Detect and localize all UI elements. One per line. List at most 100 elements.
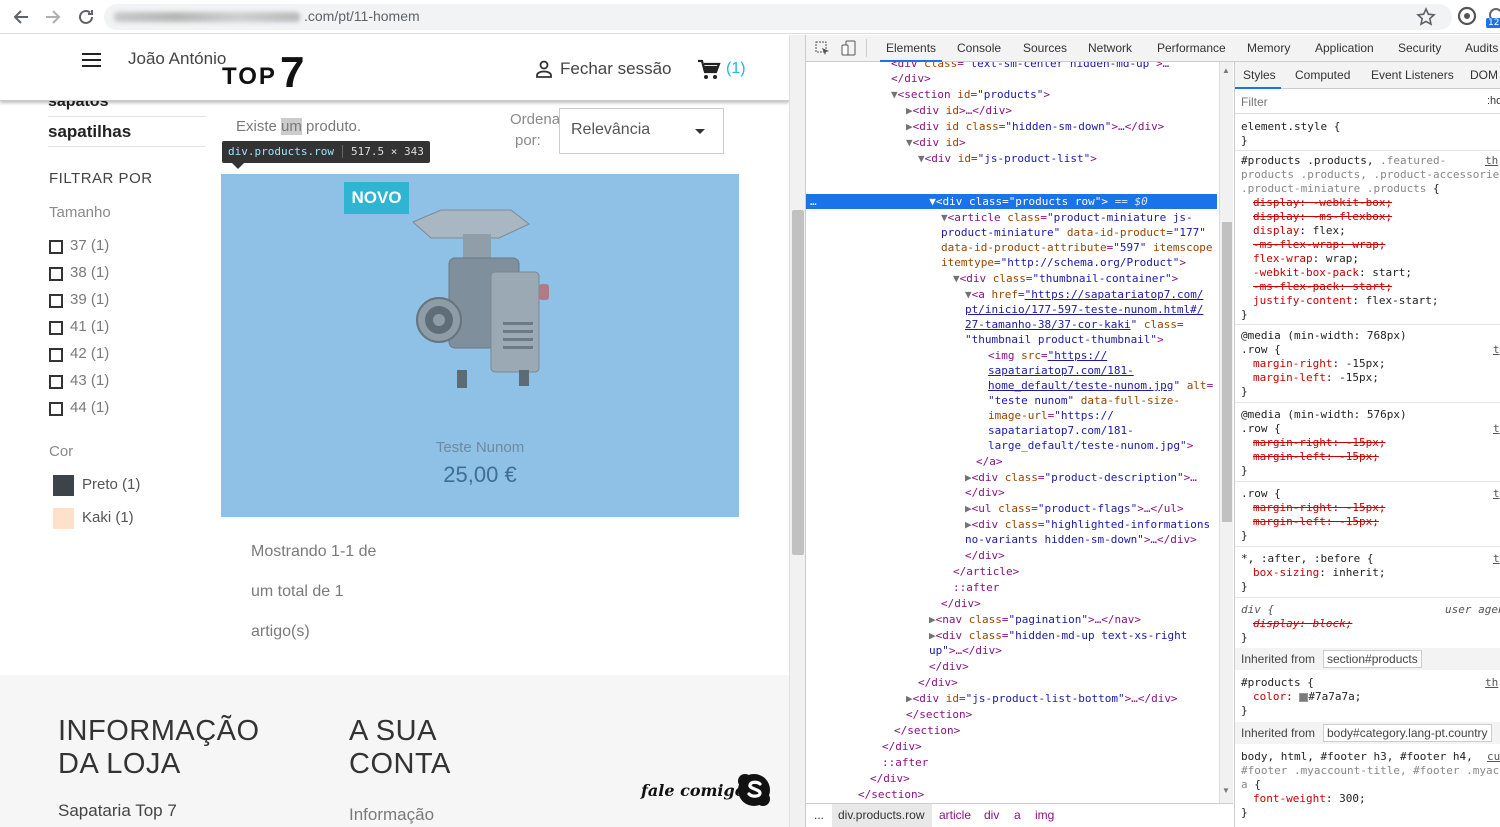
dom-line[interactable]: ▼<section id="products"> xyxy=(891,87,1050,102)
css-rule-line[interactable]: #products .products, .featured- xyxy=(1241,154,1446,168)
breadcrumb-more[interactable]: ... xyxy=(814,808,824,822)
css-prop-line[interactable]: flex-wrap: wrap; xyxy=(1253,252,1359,266)
size-checkbox-43[interactable] xyxy=(49,375,63,389)
page-scrollbar-thumb[interactable] xyxy=(792,210,804,555)
chat-label[interactable]: fale comigo xyxy=(641,781,745,800)
css-prop-line[interactable]: margin-left: -15px; xyxy=(1253,450,1379,464)
css-rule-line[interactable]: body, html, #footer h3, #footer h4, xyxy=(1241,750,1473,764)
dom-line[interactable]: </div> xyxy=(918,675,958,690)
css-source-link[interactable]: th xyxy=(1485,154,1498,168)
dom-line[interactable]: sapatariatop7.com/181- xyxy=(988,363,1134,378)
css-rule-line[interactable]: } xyxy=(1241,134,1248,148)
color-swatch-kaki[interactable] xyxy=(53,508,74,529)
css-rule-line[interactable]: } xyxy=(1241,385,1248,399)
css-rule-line[interactable]: } xyxy=(1241,529,1248,543)
css-prop-line[interactable]: display: flex; xyxy=(1253,224,1346,238)
css-prop-line[interactable]: display: -ms-flexbox; xyxy=(1253,210,1392,224)
css-rule-line[interactable]: @media (min-width: 576px) xyxy=(1241,408,1407,422)
hamburger-menu-icon[interactable] xyxy=(82,53,101,67)
dom-line[interactable]: ▶<div class="product-description">… xyxy=(965,470,1197,485)
dom-line[interactable]: pt/inicio/177-597-teste-nunom.html#/ xyxy=(965,302,1203,317)
size-label[interactable]: 42 (1) xyxy=(70,345,109,362)
footer-account-link[interactable]: Informação xyxy=(349,805,434,825)
css-prop-line[interactable]: -ms-flex-wrap: wrap; xyxy=(1253,238,1385,252)
device-toolbar-icon[interactable] xyxy=(841,40,856,61)
css-rule-line[interactable]: .product-miniature .products { xyxy=(1241,182,1440,196)
css-prop-line[interactable]: -ms-flex-pack: start; xyxy=(1253,280,1392,294)
dom-line[interactable]: 27-tamanho-38/37-cor-kaki" class= xyxy=(965,317,1184,332)
dom-line[interactable]: <img src="https:// xyxy=(988,348,1107,363)
css-source-link[interactable]: t xyxy=(1493,552,1500,566)
tab-memory[interactable]: Memory xyxy=(1247,41,1290,55)
logout-link[interactable]: Fechar sessão xyxy=(560,59,672,79)
dom-line[interactable]: </section> xyxy=(894,723,960,738)
dom-line[interactable]: </section> xyxy=(906,707,972,722)
css-rule-line[interactable]: } xyxy=(1241,806,1248,820)
color-label-kaki[interactable]: Kaki (1) xyxy=(82,509,134,526)
dom-line[interactable]: ::after xyxy=(953,580,999,595)
dom-line[interactable]: home_default/teste-nunom.jpg" alt= xyxy=(988,378,1213,393)
dom-line[interactable]: </div> xyxy=(882,739,922,754)
dom-line[interactable]: </a> xyxy=(976,454,1003,469)
size-checkbox-38[interactable] xyxy=(49,267,63,281)
breadcrumb-item[interactable]: article xyxy=(939,808,971,822)
cart-icon[interactable] xyxy=(697,59,721,86)
css-prop-line[interactable]: margin-left: -15px; xyxy=(1253,371,1379,385)
dom-line[interactable]: ▶<div id="js-product-list-bottom">…</div… xyxy=(906,691,1178,706)
inherited-target-link[interactable]: section#products xyxy=(1323,650,1422,668)
size-checkbox-42[interactable] xyxy=(49,348,63,362)
meat-grinder-image[interactable] xyxy=(391,202,551,407)
size-label[interactable]: 44 (1) xyxy=(70,399,109,416)
color-label-preto[interactable]: Preto (1) xyxy=(82,476,140,493)
dom-line[interactable]: </div> xyxy=(941,596,981,611)
dom-scrollbar[interactable]: ▲ ▼ xyxy=(1219,62,1233,803)
css-source-link[interactable]: cu xyxy=(1487,750,1500,764)
breadcrumb-item[interactable]: div.products.row xyxy=(838,808,924,822)
category-link-sapatilhas[interactable]: sapatilhas xyxy=(48,122,131,142)
page-scrollbar[interactable] xyxy=(789,35,805,827)
css-prop-line[interactable]: margin-right: -15px; xyxy=(1253,501,1385,515)
css-prop-line[interactable]: box-sizing: inherit; xyxy=(1253,566,1385,580)
tab-elements[interactable]: Elements xyxy=(886,41,936,55)
logo-text[interactable]: TOP xyxy=(222,63,277,91)
tab-performance[interactable]: Performance xyxy=(1157,41,1226,55)
sort-select[interactable]: Relevância xyxy=(559,108,724,154)
hover-state-toggle[interactable]: :ho xyxy=(1487,95,1500,107)
dom-line[interactable]: data-id-product-attribute="597" itemscop… xyxy=(941,240,1213,255)
size-label[interactable]: 41 (1) xyxy=(70,318,109,335)
breadcrumb-item[interactable]: div xyxy=(984,808,999,822)
css-rule-line[interactable]: element.style { xyxy=(1241,120,1340,134)
css-rule-line[interactable]: .row { xyxy=(1241,422,1281,436)
dom-line[interactable]: no-variants hidden-sm-down">…</div> xyxy=(965,532,1197,547)
css-prop-line[interactable]: margin-right: -15px; xyxy=(1253,357,1385,371)
dom-line[interactable]: </div> xyxy=(929,659,969,674)
dom-line[interactable]: ▶<nav class="pagination">…</nav> xyxy=(929,612,1141,627)
css-rule-line[interactable]: } xyxy=(1241,631,1248,645)
footer-store-link[interactable]: Sapataria Top 7 xyxy=(58,801,177,821)
cart-count[interactable]: (1) xyxy=(726,60,746,78)
dom-line[interactable]: ▼<div id> xyxy=(906,135,966,150)
extension-badge-icon[interactable]: 12 xyxy=(1486,4,1500,30)
css-rule-line[interactable]: } xyxy=(1241,580,1248,594)
dom-line[interactable]: ▶<ul class="product-flags">…</ul> xyxy=(965,501,1184,516)
product-name[interactable]: Teste Nunom xyxy=(221,439,739,456)
dom-line-selected[interactable]: … ▼<div class="products row"> == $0 xyxy=(810,194,1148,209)
back-arrow-icon[interactable] xyxy=(10,6,32,28)
css-rule-line[interactable]: } xyxy=(1241,464,1248,478)
css-prop-line[interactable]: display: block; xyxy=(1253,617,1352,631)
dom-line[interactable]: </div> xyxy=(965,548,1005,563)
css-prop-line[interactable]: color: #7a7a7a; xyxy=(1253,690,1361,704)
css-prop-line[interactable]: justify-content: flex-start; xyxy=(1253,294,1438,308)
dom-line[interactable]: ▼<div class="thumbnail-container"> xyxy=(953,271,1178,286)
dom-line[interactable]: ::after xyxy=(882,755,928,770)
css-source-link[interactable]: th xyxy=(1485,676,1498,690)
tab-computed[interactable]: Computed xyxy=(1295,68,1350,82)
star-icon[interactable] xyxy=(1416,7,1436,31)
dom-line[interactable]: ▶<div id>…</div> xyxy=(906,103,1012,118)
dom-line[interactable]: ▶<div id class="hidden-sm-down">…</div> xyxy=(906,119,1164,134)
css-rule-line[interactable]: products .products, .product-accessories xyxy=(1241,168,1500,182)
tab-sources[interactable]: Sources xyxy=(1023,41,1067,55)
dom-tree[interactable]: <div class="text-sm-center hidden-md-up"… xyxy=(806,62,1219,803)
dom-line[interactable]: ▶<div class="hidden-md-up text-xs-right xyxy=(929,628,1187,643)
dom-scrollbar-thumb[interactable] xyxy=(1222,222,1232,522)
